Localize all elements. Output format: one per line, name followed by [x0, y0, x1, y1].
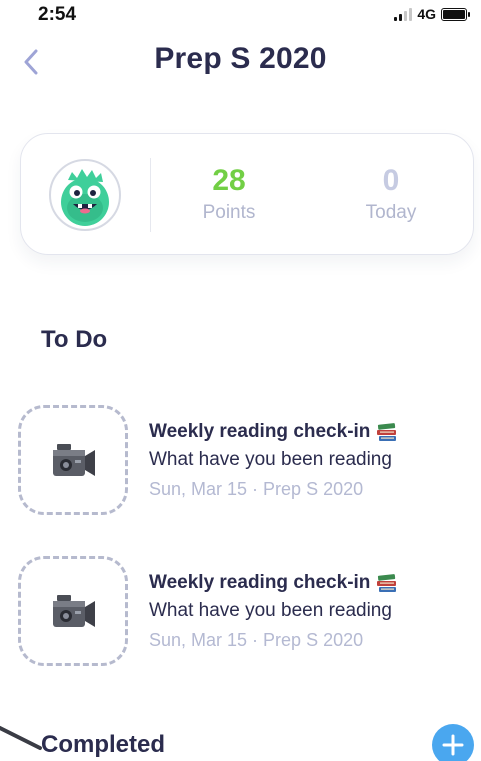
page-title: Prep S 2020	[154, 42, 327, 75]
task-thumbnail	[18, 405, 128, 515]
signal-strength-icon	[394, 7, 413, 21]
task-title: Weekly reading check-in	[149, 570, 469, 596]
task-text: Weekly reading check-in What have you be…	[149, 570, 469, 654]
task-text: Weekly reading check-in What have you be…	[149, 419, 469, 503]
video-camera-icon	[53, 444, 95, 476]
battery-icon	[441, 7, 470, 21]
video-camera-icon	[53, 595, 95, 627]
today-label: Today	[365, 202, 417, 223]
task-item[interactable]: Weekly reading check-in What have you be…	[18, 405, 468, 517]
books-icon	[377, 574, 397, 592]
books-icon	[377, 423, 397, 441]
task-item[interactable]: Weekly reading check-in What have you be…	[18, 556, 468, 668]
avatar[interactable]	[49, 159, 121, 231]
card-divider	[150, 158, 151, 232]
task-title-text: Weekly reading check-in	[149, 421, 371, 442]
points-label: Points	[202, 202, 256, 223]
status-time: 2:54	[38, 4, 77, 25]
pointer-line	[0, 726, 42, 750]
stats-card: 28 Points 0 Today	[20, 133, 474, 255]
status-indicators: 4G	[394, 6, 470, 22]
today-stat: 0 Today	[336, 164, 446, 224]
points-stat: 28 Points	[174, 164, 284, 224]
plus-icon	[442, 734, 464, 756]
task-description: What have you been reading	[149, 449, 392, 470]
task-meta: Sun, Mar 15 · Prep S 2020	[149, 630, 364, 650]
add-button[interactable]	[432, 724, 474, 761]
task-thumbnail	[18, 556, 128, 666]
today-value: 0	[382, 164, 400, 197]
task-title-text: Weekly reading check-in	[149, 572, 371, 593]
status-bar: 2:54 4G	[0, 0, 481, 32]
task-meta: Sun, Mar 15 · Prep S 2020	[149, 479, 364, 499]
todo-section-title: To Do	[41, 326, 108, 353]
completed-section-title: Completed	[41, 731, 166, 758]
points-value: 28	[212, 164, 246, 197]
network-type: 4G	[417, 6, 436, 22]
task-title: Weekly reading check-in	[149, 419, 469, 445]
header: Prep S 2020	[0, 32, 481, 92]
green-monster-avatar-icon	[61, 169, 109, 226]
task-description: What have you been reading	[149, 600, 392, 621]
